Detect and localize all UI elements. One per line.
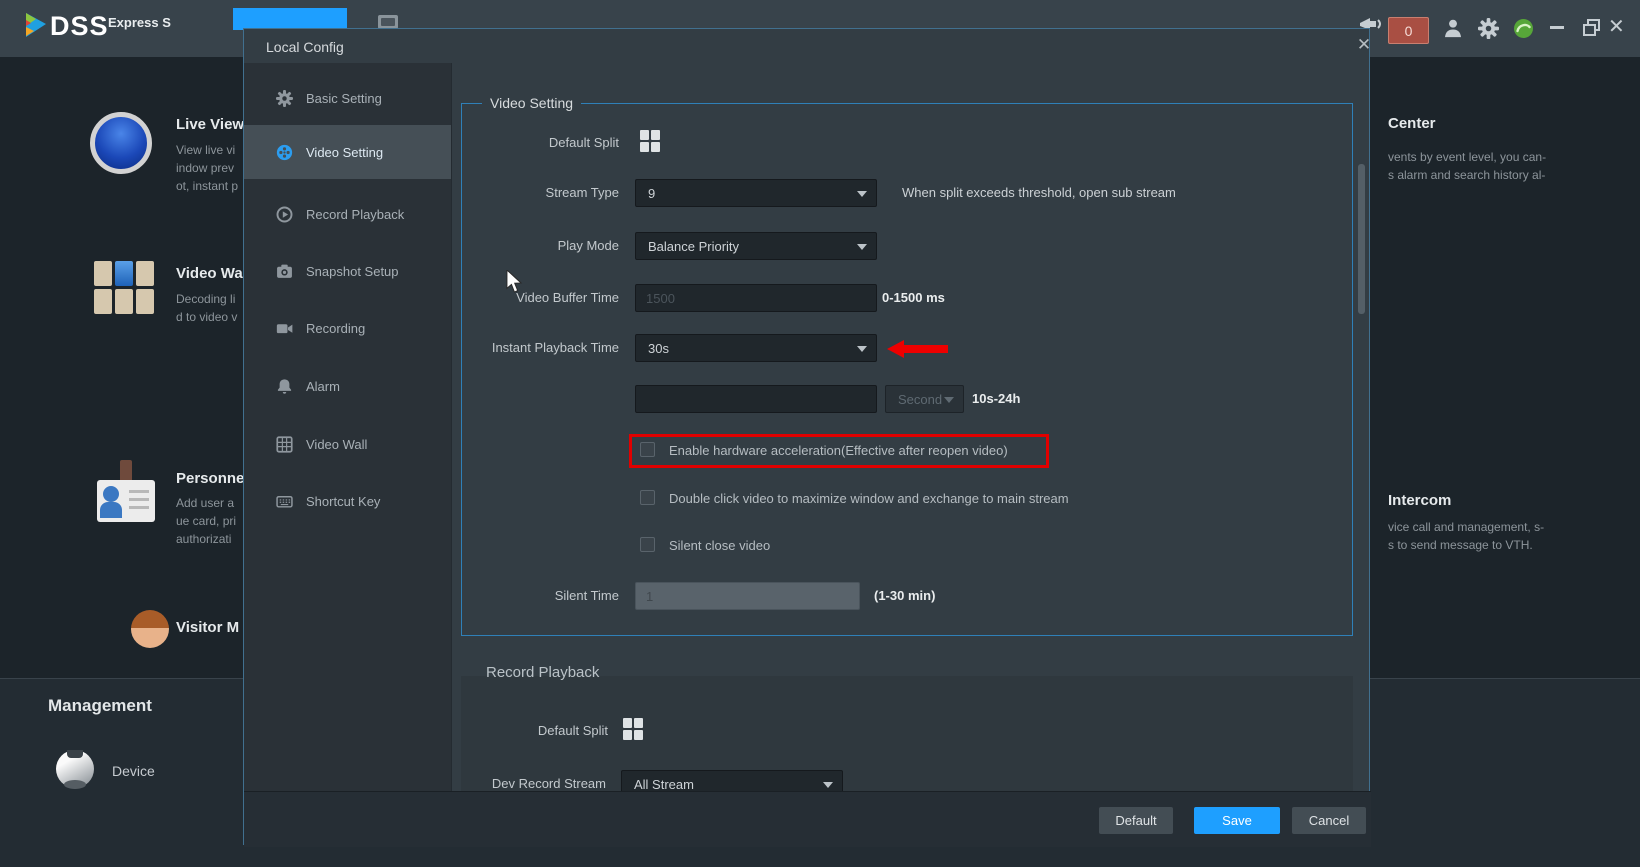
instant-playback-time-label: Instant Playback Time xyxy=(469,340,619,355)
bell-icon xyxy=(276,378,293,395)
chevron-down-icon xyxy=(823,782,833,788)
tile-desc-intercom: vice call and management, s- s to send m… xyxy=(1388,518,1544,554)
config-sidebar: Basic Setting Video Setting Record Playb… xyxy=(244,63,452,846)
silent-time-hint: (1-30 min) xyxy=(874,588,935,603)
video-buffer-hint: 0-1500 ms xyxy=(882,290,945,305)
tile-desc-personnel: Add user a ue card, pri authorizati xyxy=(176,494,243,548)
silent-time-input[interactable] xyxy=(635,582,860,610)
split-layout-icon[interactable] xyxy=(623,718,643,740)
sidebar-item-recording[interactable]: Recording xyxy=(244,314,451,342)
tile-title-visitor[interactable]: Visitor M xyxy=(176,619,243,636)
sidebar-item-record-playback[interactable]: Record Playback xyxy=(244,200,451,228)
video-buffer-time-label: Video Buffer Time xyxy=(469,290,619,305)
default-button[interactable]: Default xyxy=(1099,807,1173,834)
play-mode-label: Play Mode xyxy=(469,238,619,253)
stream-type-dropdown[interactable]: 9 xyxy=(635,179,877,207)
home-tab[interactable] xyxy=(233,8,347,30)
chevron-down-icon xyxy=(857,346,867,352)
double-click-maximize-checkbox[interactable] xyxy=(640,490,655,505)
close-button[interactable]: ✕ xyxy=(1608,14,1625,39)
sidebar-item-video-setting[interactable]: Video Setting xyxy=(244,138,451,166)
minimize-button[interactable] xyxy=(1550,26,1564,29)
tile-title-video-wall[interactable]: Video Wa xyxy=(176,265,243,282)
sidebar-item-shortcut-key[interactable]: Shortcut Key xyxy=(244,487,451,515)
video-setting-group: Video Setting Default Split Stream Type … xyxy=(461,103,1353,636)
tile-desc-live-view: View live vi indow prev ot, instant p xyxy=(176,141,243,195)
dialog-title: Local Config xyxy=(266,39,344,55)
sidebar-item-alarm[interactable]: Alarm xyxy=(244,372,451,400)
tile-title-center[interactable]: Center xyxy=(1388,115,1436,132)
keyboard-icon xyxy=(276,493,293,510)
new-tab-icon[interactable] xyxy=(378,15,398,29)
duration-input[interactable] xyxy=(635,385,877,413)
play-circle-icon xyxy=(276,206,293,223)
tile-title-intercom[interactable]: Intercom xyxy=(1388,492,1451,509)
personnel-icon[interactable] xyxy=(95,460,157,536)
stream-type-label: Stream Type xyxy=(469,185,619,200)
dialog-footer: Default Save Cancel xyxy=(244,791,1371,847)
tile-title-live-view[interactable]: Live View xyxy=(176,116,243,133)
save-button[interactable]: Save xyxy=(1194,807,1280,834)
sidebar-item-video-wall[interactable]: Video Wall xyxy=(244,430,451,458)
dss-express-app: DSS Express S 0 ✕ Live V xyxy=(0,0,1640,867)
instant-playback-dropdown[interactable]: 30s xyxy=(635,334,877,362)
management-heading: Management xyxy=(48,696,152,716)
sidebar-item-basic-setting[interactable]: Basic Setting xyxy=(244,84,451,112)
local-config-dialog: Local Config ✕ Basic Setting Video Setti… xyxy=(243,28,1370,845)
maximize-button[interactable] xyxy=(1583,19,1601,36)
visitor-icon[interactable] xyxy=(131,610,169,648)
sidebar-item-snapshot-setup[interactable]: Snapshot Setup xyxy=(244,257,451,285)
dss-logo-icon xyxy=(24,11,48,41)
dev-record-stream-label: Dev Record Stream xyxy=(456,776,606,791)
split-layout-icon[interactable] xyxy=(640,130,660,152)
brand-edition: Express S xyxy=(108,15,171,30)
tile-desc-center: vents by event level, you can- s alarm a… xyxy=(1388,148,1546,184)
play-mode-dropdown[interactable]: Balance Priority xyxy=(635,232,877,260)
device-dome-icon[interactable] xyxy=(56,750,94,790)
tile-title-personnel[interactable]: Personne xyxy=(176,470,243,487)
cancel-button[interactable]: Cancel xyxy=(1292,807,1366,834)
default-split-label: Default Split xyxy=(469,135,619,150)
video-camera-icon xyxy=(276,320,293,337)
tile-desc-video-wall: Decoding li d to video v xyxy=(176,290,243,326)
duration-hint: 10s-24h xyxy=(972,391,1020,406)
rp-default-split-label: Default Split xyxy=(458,723,608,738)
silent-time-label: Silent Time xyxy=(469,588,619,603)
camera-icon xyxy=(276,263,293,280)
brand-name: DSS xyxy=(50,11,109,42)
alarm-count-badge[interactable]: 0 xyxy=(1388,17,1429,44)
video-wall-icon[interactable] xyxy=(94,261,156,317)
grid-icon xyxy=(276,436,293,453)
chevron-down-icon xyxy=(857,244,867,250)
silent-close-video-label: Silent close video xyxy=(669,538,770,553)
dialog-close-icon[interactable]: ✕ xyxy=(1354,35,1374,55)
annotation-red-arrow xyxy=(887,340,949,358)
duration-unit-dropdown[interactable]: Second xyxy=(885,385,964,413)
chevron-down-icon xyxy=(857,191,867,197)
dialog-scrollbar-thumb[interactable] xyxy=(1358,164,1365,314)
device-label[interactable]: Device xyxy=(112,763,155,779)
user-icon[interactable] xyxy=(1443,18,1463,39)
record-playback-title: Record Playback xyxy=(486,664,599,681)
live-view-icon[interactable] xyxy=(90,112,152,174)
annotation-red-rectangle xyxy=(629,434,1049,468)
double-click-maximize-label: Double click video to maximize window an… xyxy=(669,491,1069,506)
silent-close-video-checkbox[interactable] xyxy=(640,537,655,552)
video-buffer-time-input[interactable] xyxy=(635,284,877,312)
chevron-down-icon xyxy=(944,397,954,403)
video-setting-legend: Video Setting xyxy=(482,95,581,111)
stream-type-hint: When split exceeds threshold, open sub s… xyxy=(902,185,1176,200)
network-status-icon[interactable] xyxy=(1513,18,1534,39)
gear-icon[interactable] xyxy=(1478,18,1499,39)
film-reel-icon xyxy=(276,144,293,161)
gear-icon xyxy=(276,90,293,107)
mouse-cursor xyxy=(505,270,523,294)
